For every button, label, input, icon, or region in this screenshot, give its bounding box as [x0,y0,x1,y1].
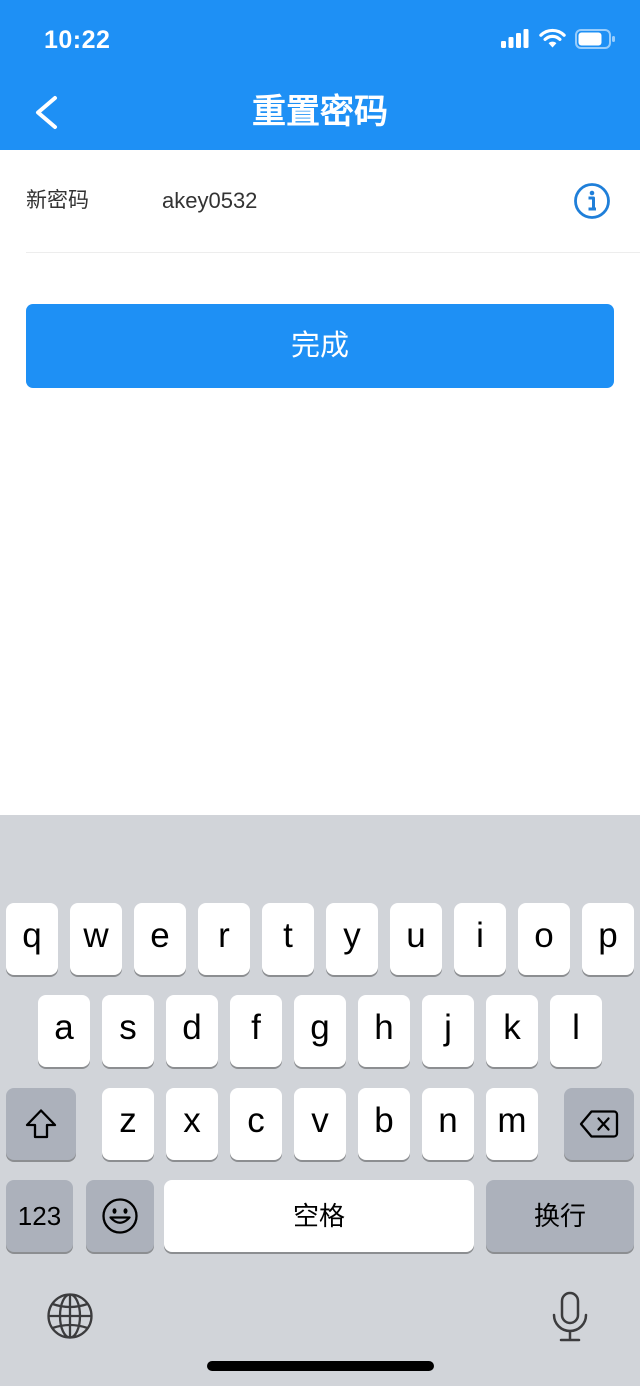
key-u[interactable]: u [390,903,442,975]
key-r[interactable]: r [198,903,250,975]
shift-icon [25,1109,57,1139]
info-circle-icon[interactable] [573,182,611,220]
key-a[interactable]: a [38,995,90,1067]
key-l[interactable]: l [550,995,602,1067]
emoji-icon [102,1198,138,1234]
key-q[interactable]: q [6,903,58,975]
key-c[interactable]: c [230,1088,282,1160]
space-key[interactable]: 空格 [164,1180,474,1252]
signal-icon [501,29,529,48]
key-s[interactable]: s [102,995,154,1067]
page-title: 重置密码 [252,93,388,131]
keyboard-row-3: z x c v b n m [6,1088,634,1160]
key-y[interactable]: y [326,903,378,975]
key-d[interactable]: d [166,995,218,1067]
app-header: 10:22 重置密码 [0,0,640,150]
key-n[interactable]: n [422,1088,474,1160]
keyboard-row-2: a s d f g h j k l [38,995,602,1067]
row-divider [26,252,640,253]
key-v[interactable]: v [294,1088,346,1160]
backspace-icon [579,1110,619,1138]
new-password-input[interactable] [162,184,542,218]
globe-icon[interactable] [46,1292,94,1340]
keyboard-row-1: q w e r t y u i o p [6,903,634,975]
emoji-key[interactable] [86,1180,154,1252]
key-w[interactable]: w [70,903,122,975]
battery-icon [575,29,615,49]
wifi-icon [539,28,566,48]
key-k[interactable]: k [486,995,538,1067]
new-password-label: 新密码 [26,189,89,212]
key-g[interactable]: g [294,995,346,1067]
key-e[interactable]: e [134,903,186,975]
key-j[interactable]: j [422,995,474,1067]
done-button[interactable]: 完成 [26,304,614,388]
home-indicator[interactable] [207,1361,434,1371]
keyboard: q w e r t y u i o p a s d f g h j k l z … [0,815,640,1386]
key-b[interactable]: b [358,1088,410,1160]
status-time: 10:22 [44,26,111,54]
key-f[interactable]: f [230,995,282,1067]
key-t[interactable]: t [262,903,314,975]
microphone-icon[interactable] [550,1291,590,1343]
key-m[interactable]: m [486,1088,538,1160]
numbers-key[interactable]: 123 [6,1180,73,1252]
key-p[interactable]: p [582,903,634,975]
key-x[interactable]: x [166,1088,218,1160]
keyboard-row-4: 123 空格 换行 [6,1180,634,1252]
return-key[interactable]: 换行 [486,1180,634,1252]
shift-key[interactable] [6,1088,76,1160]
key-o[interactable]: o [518,903,570,975]
key-z[interactable]: z [102,1088,154,1160]
key-h[interactable]: h [358,995,410,1067]
delete-key[interactable] [564,1088,634,1160]
key-i[interactable]: i [454,903,506,975]
